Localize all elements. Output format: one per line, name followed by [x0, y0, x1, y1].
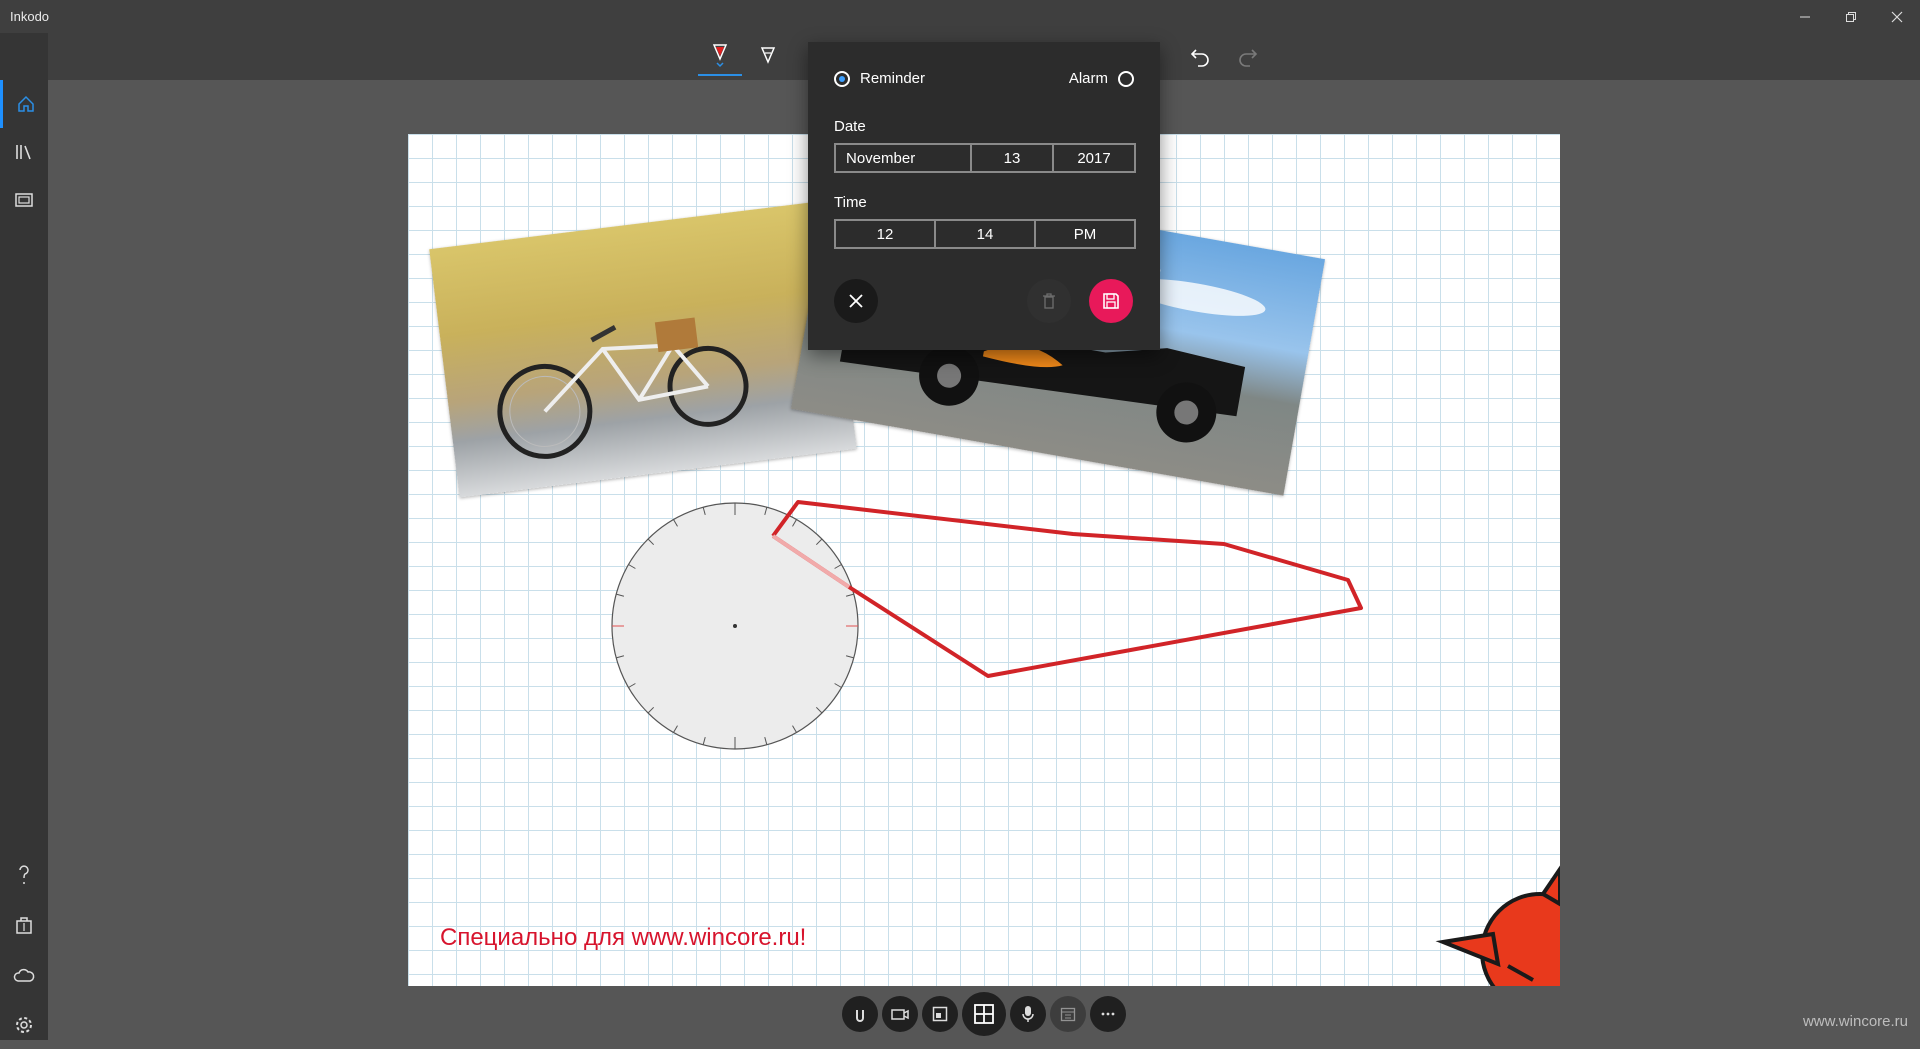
library-icon: [16, 145, 31, 160]
title-bar: Inkodo: [0, 0, 1920, 33]
cloud-icon: [13, 968, 35, 982]
sidebar-item-help[interactable]: [0, 851, 48, 899]
red-ink-stroke: [771, 500, 1363, 678]
close-window-button[interactable]: [1874, 0, 1920, 33]
time-hour-field[interactable]: 12: [836, 221, 936, 247]
sidebar-item-store[interactable]: [0, 901, 48, 949]
trash-icon: [1043, 293, 1055, 309]
bottom-toolbar: [842, 992, 1126, 1036]
time-ampm-field[interactable]: PM: [1036, 221, 1134, 247]
minimize-button[interactable]: [1782, 0, 1828, 33]
close-icon: [849, 294, 863, 308]
radio-selected-icon: [834, 70, 850, 87]
pen-icon: [712, 44, 728, 68]
layout-button[interactable]: [922, 996, 958, 1032]
time-minute-field[interactable]: 14: [936, 221, 1036, 247]
highlighter-tool-button[interactable]: [746, 36, 790, 76]
sidebar-item-library[interactable]: [0, 128, 48, 176]
sidebar-item-slides[interactable]: [0, 176, 48, 224]
home-icon: [17, 95, 34, 112]
date-day-field[interactable]: 13: [972, 145, 1054, 171]
calendar-icon: [1060, 1007, 1076, 1022]
redo-button[interactable]: [1226, 36, 1270, 76]
store-icon: [16, 917, 32, 934]
radio-unselected-icon: [1118, 70, 1134, 87]
watermark: www.wincore.ru: [1802, 1013, 1908, 1030]
time-picker: 12 14 PM: [834, 219, 1136, 249]
close-icon: [1891, 11, 1903, 22]
more-icon: [1101, 1012, 1115, 1016]
minimize-icon: [1800, 16, 1810, 17]
sidebar-item-cloud[interactable]: [0, 951, 48, 999]
restore-button[interactable]: [1828, 0, 1874, 33]
attach-icon: [856, 1010, 864, 1022]
reminder-radio[interactable]: Reminder: [834, 70, 925, 87]
date-label: Date: [834, 118, 866, 135]
sidebar: [0, 33, 48, 1040]
reminder-panel: Reminder Alarm Date November 13 2017 Tim…: [808, 42, 1160, 350]
alarm-radio[interactable]: Alarm: [1069, 70, 1134, 87]
save-icon: [1103, 293, 1119, 309]
undo-icon: [1190, 49, 1209, 67]
devil-sticker: [1435, 865, 1560, 986]
app-title: Inkodo: [10, 9, 50, 24]
pen-tool-button[interactable]: [698, 36, 742, 76]
more-button[interactable]: [1090, 996, 1126, 1032]
cancel-reminder-button[interactable]: [834, 279, 878, 323]
grid-icon: [974, 1004, 994, 1024]
grid-button[interactable]: [962, 992, 1006, 1036]
highlighter-icon: [760, 47, 776, 64]
delete-reminder-button[interactable]: [1027, 279, 1071, 323]
settings-icon: [16, 1017, 32, 1033]
reminder-radio-label: Reminder: [860, 70, 926, 87]
time-label: Time: [834, 194, 867, 211]
camera-button[interactable]: [882, 996, 918, 1032]
canvas-footer-text: Специально для www.wincore.ru!: [440, 924, 807, 951]
microphone-icon: [1022, 1006, 1034, 1022]
clock-widget[interactable]: [611, 502, 859, 750]
date-year-field[interactable]: 2017: [1054, 145, 1134, 171]
layout-icon: [932, 1006, 948, 1022]
date-picker: November 13 2017: [834, 143, 1136, 173]
calendar-button[interactable]: [1050, 996, 1086, 1032]
date-month-field[interactable]: November: [836, 145, 972, 171]
undo-button[interactable]: [1178, 36, 1222, 76]
redo-icon: [1239, 49, 1258, 67]
microphone-button[interactable]: [1010, 996, 1046, 1032]
restore-icon: [1846, 11, 1856, 22]
slides-icon: [15, 193, 33, 207]
attach-button[interactable]: [842, 996, 878, 1032]
camera-icon: [891, 1009, 909, 1020]
sidebar-item-settings[interactable]: [0, 1001, 48, 1049]
sidebar-item-home[interactable]: [0, 80, 48, 128]
alarm-radio-label: Alarm: [1068, 70, 1108, 87]
help-icon: [19, 865, 29, 884]
save-reminder-button[interactable]: [1089, 279, 1133, 323]
